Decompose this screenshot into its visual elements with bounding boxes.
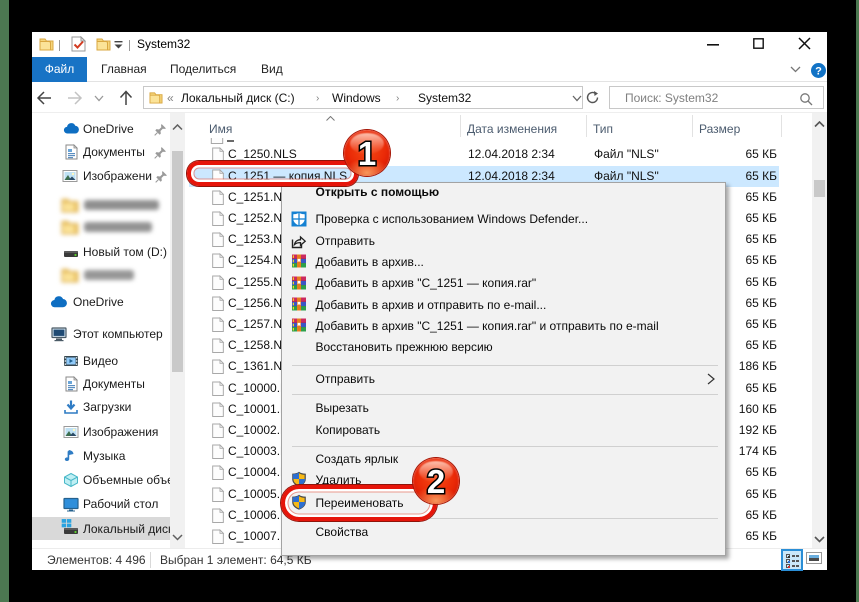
svg-text:2: 2 <box>427 463 445 500</box>
svg-text:?: ? <box>815 66 822 78</box>
svg-text:1: 1 <box>358 135 376 172</box>
